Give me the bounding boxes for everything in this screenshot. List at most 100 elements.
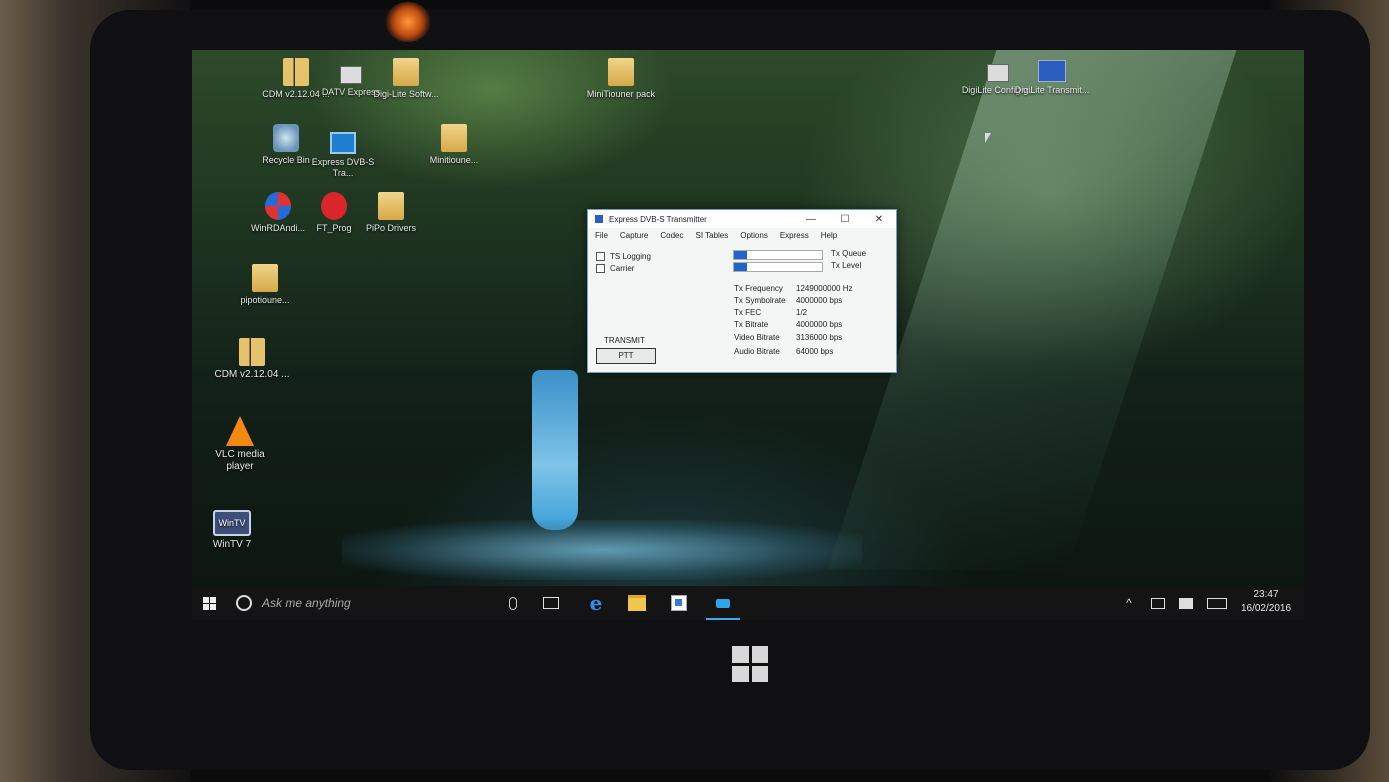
tx-bitrate-value: 4000000 bps	[796, 320, 843, 329]
notification-icon	[1179, 597, 1193, 609]
tx-queue-bar	[733, 250, 823, 260]
menu-options[interactable]: Options	[740, 231, 768, 240]
zip-folder-icon	[239, 338, 265, 366]
ts-logging-checkbox[interactable]: TS Logging	[596, 252, 651, 261]
tx-frequency-key: Tx Frequency	[734, 284, 783, 293]
minimize-button[interactable]: —	[794, 214, 828, 225]
edge-icon: e	[589, 591, 603, 615]
carrier-checkbox[interactable]: Carrier	[596, 264, 634, 273]
express-dvbs-window: Express DVB-S Transmitter — ☐ ✕ File Cap…	[587, 209, 897, 373]
store-button[interactable]	[664, 586, 694, 620]
menu-express[interactable]: Express	[780, 231, 809, 240]
cortana-icon	[236, 595, 252, 611]
search-placeholder: Ask me anything	[262, 596, 351, 610]
tx-queue-label: Tx Queue	[831, 249, 867, 258]
desktop-icon-pipotioune[interactable]: pipotioune...	[227, 264, 303, 306]
search-box[interactable]: Ask me anything	[228, 586, 518, 620]
window-icon	[987, 64, 1009, 82]
screen: CDM v2.12.04 ... DATV Express Digi-Lite …	[192, 50, 1304, 620]
desktop-icon-minitioune[interactable]: Minitioune...	[416, 124, 492, 166]
action-center-button[interactable]	[1175, 586, 1197, 620]
tx-fec-key: Tx FEC	[734, 308, 762, 317]
hardware-windows-button[interactable]	[732, 646, 768, 682]
keyboard-icon	[1207, 597, 1227, 609]
mouse-cursor-icon	[985, 133, 991, 143]
close-button[interactable]: ✕	[862, 214, 896, 225]
folder-icon	[628, 595, 646, 611]
ptt-button[interactable]: PTT	[596, 348, 656, 364]
shortcut-icon	[340, 66, 362, 84]
carrier-label: Carrier	[610, 264, 635, 273]
desktop-icon-label: FT_Prog	[316, 223, 352, 233]
desktop-icon-digilite-transmit[interactable]: DigiLite Transmit...	[1014, 54, 1090, 96]
window-title: Express DVB-S Transmitter	[609, 214, 707, 224]
wallpaper-waterfall	[532, 370, 578, 530]
wallpaper-pool	[342, 520, 862, 580]
desktop-icon-label: Digi-Lite Softw...	[373, 89, 439, 99]
wintv-icon: WinTV	[213, 510, 251, 536]
desktop-icon-label: CDM v2.12.04 ...	[214, 369, 290, 380]
menu-file[interactable]: File	[595, 231, 608, 240]
tx-level-label: Tx Level	[831, 261, 862, 270]
start-button[interactable]	[192, 586, 226, 620]
express-dvbs-taskbar-button[interactable]	[702, 586, 744, 620]
title-bar[interactable]: Express DVB-S Transmitter — ☐ ✕	[588, 210, 896, 228]
app-icon	[716, 598, 730, 608]
clock-time: 23:47	[1253, 589, 1279, 600]
video-bitrate-value: 3136000 bps	[796, 333, 843, 342]
desktop-icon-label: PiPo Drivers	[365, 223, 416, 233]
folder-icon	[252, 264, 278, 292]
tx-queue-fill	[734, 251, 748, 259]
checkbox-box[interactable]	[596, 264, 605, 273]
desktop-icon-cdm[interactable]: CDM v2.12.04 ...	[214, 338, 290, 381]
app-window-icon	[595, 215, 603, 223]
microphone-button[interactable]	[502, 586, 524, 620]
network-button[interactable]	[1147, 586, 1169, 620]
folder-icon	[393, 58, 419, 86]
tx-level-bar	[733, 262, 823, 272]
desktop-icon-label: Minitioune...	[429, 155, 479, 165]
transmit-label: TRANSMIT	[604, 336, 645, 345]
maximize-button[interactable]: ☐	[828, 214, 862, 225]
taskbar: Ask me anything e ^ 23:47 16/02/2016	[192, 586, 1304, 620]
tx-symbolrate-value: 4000000 bps	[796, 296, 843, 305]
store-icon	[671, 595, 687, 611]
microphone-icon	[509, 596, 517, 610]
desktop-icon-vlc[interactable]: VLC media player	[202, 416, 278, 473]
lamp-glare	[385, 2, 431, 42]
desktop-icon-pipo-drivers[interactable]: PiPo Drivers	[353, 192, 429, 234]
network-icon	[1151, 597, 1165, 609]
desktop-icon-label: MiniTiouner pack	[586, 89, 656, 99]
audio-bitrate-key: Audio Bitrate	[734, 347, 780, 356]
tx-bitrate-key: Tx Bitrate	[734, 320, 769, 329]
recycle-bin-icon	[273, 124, 299, 152]
folder-icon	[608, 58, 634, 86]
touch-keyboard-button[interactable]	[1204, 586, 1230, 620]
desktop-icon-label: DigiLite Transmit...	[1014, 85, 1090, 95]
folder-icon	[378, 192, 404, 220]
app-icon	[265, 192, 291, 220]
desktop-icon-wintv[interactable]: WinTV WinTV 7	[194, 506, 270, 551]
windows-logo-icon	[202, 596, 216, 610]
desktop-icon-label: pipotioune...	[240, 295, 290, 305]
checkbox-box[interactable]	[596, 252, 605, 261]
show-hidden-icons-button[interactable]: ^	[1118, 586, 1140, 620]
window-body: TS Logging Carrier Tx Queue Tx Level Tx …	[588, 242, 896, 370]
desktop-icon-minitiouner-pack[interactable]: MiniTiouner pack	[583, 58, 659, 100]
tx-level-fill	[734, 263, 748, 271]
desktop-icon-express-dvbs[interactable]: Express DVB-S Tra...	[305, 126, 381, 179]
tx-symbolrate-key: Tx Symbolrate	[734, 296, 786, 305]
desktop-icon-digilite-software[interactable]: Digi-Lite Softw...	[368, 58, 444, 100]
menu-help[interactable]: Help	[821, 231, 837, 240]
zip-folder-icon	[283, 58, 309, 86]
edge-button[interactable]: e	[581, 586, 611, 620]
desktop-icon-label: Express DVB-S Tra...	[311, 157, 375, 178]
menu-si-tables[interactable]: SI Tables	[695, 231, 728, 240]
app-icon	[321, 192, 347, 220]
task-view-button[interactable]	[536, 586, 566, 620]
menu-codec[interactable]: Codec	[660, 231, 683, 240]
taskbar-clock[interactable]: 23:47 16/02/2016	[1236, 588, 1296, 616]
file-explorer-button[interactable]	[622, 586, 652, 620]
task-view-icon	[543, 597, 559, 609]
menu-capture[interactable]: Capture	[620, 231, 648, 240]
